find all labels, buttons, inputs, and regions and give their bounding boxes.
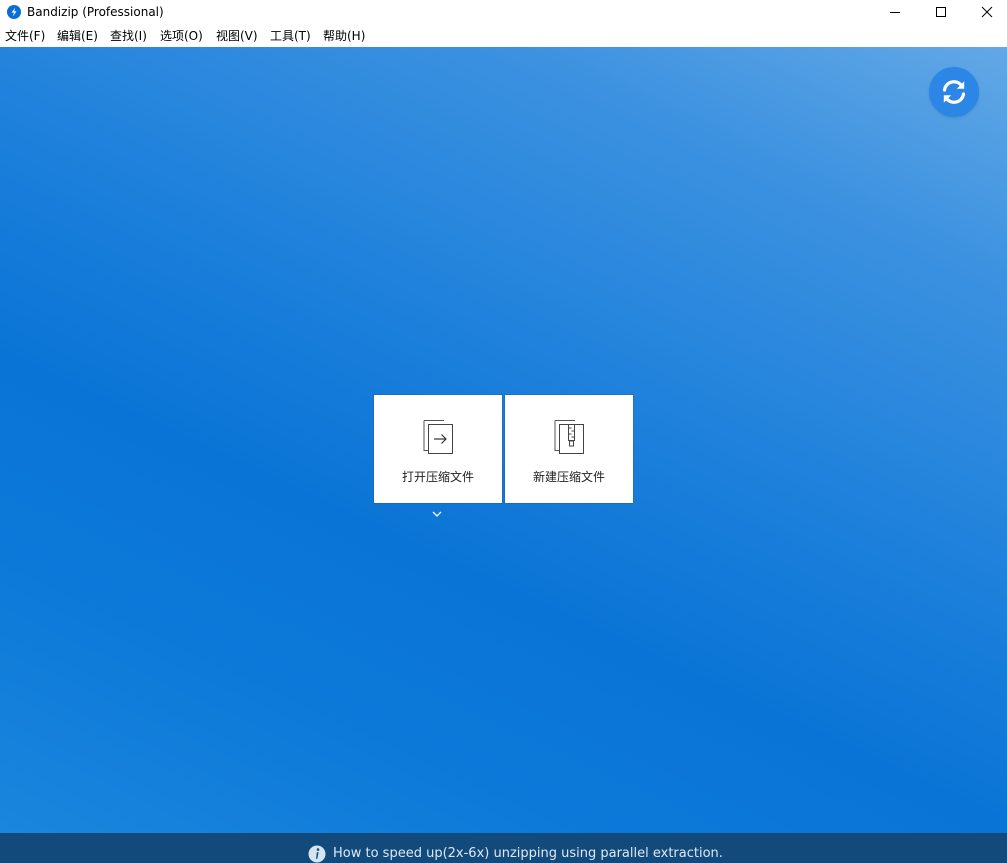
status-bar: How to speed up(2x-6x) unzipping using p… — [0, 833, 1007, 863]
refresh-button[interactable] — [929, 67, 979, 117]
open-archive-icon — [423, 420, 453, 454]
close-button[interactable] — [964, 0, 1007, 25]
minimize-button[interactable] — [872, 0, 918, 25]
info-icon — [308, 845, 326, 863]
menu-edit[interactable]: 编辑(E) — [57, 28, 98, 44]
bandizip-window: Bandizip (Professional) 文件(F) 编辑(E) 查找(I… — [0, 0, 1007, 863]
window-title: Bandizip (Professional) — [27, 5, 164, 19]
menu-file[interactable]: 文件(F) — [5, 28, 45, 44]
new-archive-tile[interactable]: 新建压缩文件 — [505, 395, 633, 503]
new-archive-icon — [554, 420, 584, 454]
open-archive-label: 打开压缩文件 — [401, 470, 474, 484]
minimize-icon — [890, 12, 900, 13]
menu-help[interactable]: 帮助(H) — [323, 28, 365, 44]
main-area: 打开压缩文件 新建压缩文件 — [0, 47, 1007, 833]
menu-bar: 文件(F) 编辑(E) 查找(I) 选项(O) 视图(V) 工具(T) 帮助(H… — [0, 25, 1007, 48]
chevron-down-icon[interactable] — [431, 509, 443, 519]
maximize-button[interactable] — [918, 0, 964, 25]
menu-view[interactable]: 视图(V) — [216, 28, 258, 44]
maximize-icon — [936, 7, 946, 17]
menu-find[interactable]: 查找(I) — [110, 28, 147, 44]
bandizip-logo-icon — [7, 5, 21, 19]
close-icon — [981, 6, 993, 18]
menu-tools[interactable]: 工具(T) — [270, 28, 311, 44]
new-archive-label: 新建压缩文件 — [532, 470, 605, 484]
refresh-icon — [942, 80, 966, 104]
menu-options[interactable]: 选项(O) — [160, 28, 203, 44]
title-bar[interactable]: Bandizip (Professional) — [0, 0, 1007, 25]
open-archive-tile[interactable]: 打开压缩文件 — [374, 395, 502, 503]
tip-text[interactable]: How to speed up(2x-6x) unzipping using p… — [333, 846, 723, 862]
